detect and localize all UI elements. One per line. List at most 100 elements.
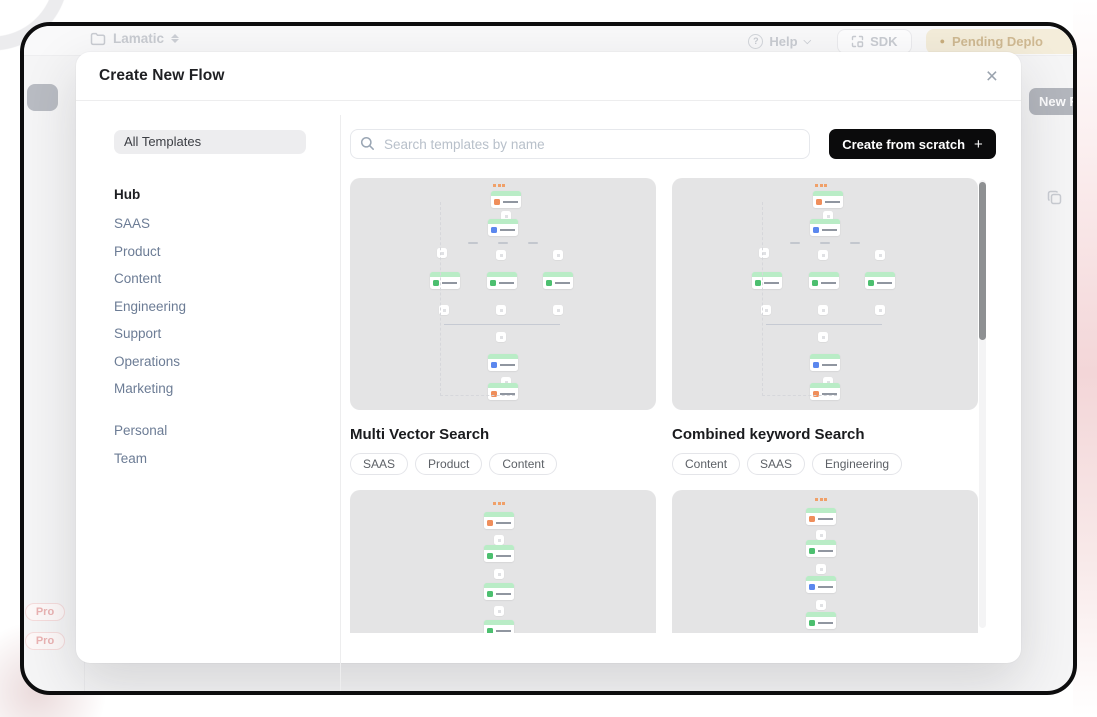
pending-deployment-button[interactable]: ● Pending Deplo [926,29,1073,54]
copy-icon [1046,189,1064,207]
template-card[interactable] [350,178,656,410]
workspace-name: Lamatic [113,31,164,46]
template-tags: ContentSAASEngineering [672,453,978,475]
flow-connector-dot [816,564,826,574]
flow-node [488,354,518,371]
flow-branch-label [820,242,830,244]
flow-connector-dot [496,332,506,342]
flow-branch-label [790,242,800,244]
app-frame: Lamatic ? Help ⌵ SDK ● Pending Deplo [20,22,1077,695]
pro-badge: Pro [25,632,65,650]
sidebar-item-product[interactable]: Product [114,244,340,259]
background-sidebar-button [27,84,58,111]
flow-node [543,272,573,289]
flow-branch-label [528,242,538,244]
workspace-switcher[interactable]: Lamatic [90,31,179,46]
flow-toolbar-marks [815,498,827,501]
flow-toolbar-marks [815,184,827,187]
sidebar-item-engineering[interactable]: Engineering [114,299,340,314]
template-meta: Combined keyword Search ContentSAASEngine… [672,410,978,490]
new-flow-button[interactable]: New F [1029,88,1077,115]
template-gallery: Create from scratch + Multi Vector Searc… [340,101,1021,662]
flow-node [810,219,840,236]
flow-branch-label [850,242,860,244]
flow-connector-dot [494,569,504,579]
sidebar-item-support[interactable]: Support [114,326,340,341]
sidebar-item-saas[interactable]: SAAS [114,216,340,231]
help-label: Help [769,34,797,49]
category-group: Hub SAAS Product Content Engineering Support O… [114,187,340,396]
flow-node [484,545,514,562]
template-category-sidebar: All Templates Hub SAAS Product Content Engin… [76,101,340,478]
template-meta: Multi Vector SearchSAASProductContent [350,410,656,490]
tag-product: Product [415,453,482,475]
question-icon: ? [748,34,763,49]
flow-connector-dot [759,248,769,258]
sidebar-item-all-templates[interactable]: All Templates [114,130,306,154]
sdk-label: SDK [870,34,897,49]
flow-node [810,383,840,400]
sidebar-item-content[interactable]: Content [114,271,340,286]
flow-connector-dot [816,600,826,610]
category-group: Personal Team [114,423,340,466]
flow-node [487,272,517,289]
scrollbar-thumb[interactable] [979,182,986,340]
flow-connector-dot [496,305,506,315]
tag-content: Content [489,453,557,475]
flow-connector-dot [437,248,447,258]
sidebar-item-personal[interactable]: Personal [114,423,340,438]
flow-node [806,576,836,593]
flow-connector-dot [818,305,828,315]
sidebar-item-operations[interactable]: Operations [114,354,340,369]
flow-connector-dot [816,530,826,540]
create-from-scratch-label: Create from scratch [842,137,965,152]
folder-icon [90,32,106,46]
pro-badge: Pro [25,603,65,621]
templates-viewport: Multi Vector SearchSAASProductContentCom… [350,178,978,633]
flow-connector-line [444,324,560,325]
flow-node [806,612,836,629]
template-card[interactable] [672,178,978,410]
flow-connector-dot [494,606,504,616]
flow-boundary-line [762,202,763,396]
flow-boundary-line [440,395,515,396]
chevron-down-icon: ⌵ [804,36,812,47]
sidebar-item-team[interactable]: Team [114,451,340,466]
flow-connector-line [766,324,882,325]
pending-label: Pending Deplo [952,34,1043,49]
flow-node [488,219,518,236]
template-card[interactable] [672,490,978,633]
flow-node [488,383,518,400]
flow-node [752,272,782,289]
flow-node [491,191,521,208]
help-button[interactable]: ? Help ⌵ [748,34,811,49]
flow-toolbar-marks [493,502,505,505]
sidebar-item-marketing[interactable]: Marketing [114,381,340,396]
flow-branch-label [468,242,478,244]
sdk-button[interactable]: SDK [837,29,911,54]
scrollbar-track[interactable] [979,180,986,628]
flow-node [806,540,836,557]
create-from-scratch-button[interactable]: Create from scratch + [829,129,996,159]
tag-engineering: Engineering [812,453,902,475]
search-input[interactable] [350,129,810,159]
flow-connector-dot [553,250,563,260]
flow-node [484,583,514,600]
flow-node [810,354,840,371]
flow-branch-label [498,242,508,244]
template-title: Combined keyword Search [672,426,978,443]
flow-connector-dot [818,250,828,260]
search-icon [360,136,375,151]
template-card[interactable] [350,490,656,633]
search-box [350,129,810,159]
flow-boundary-line [440,202,441,396]
flow-node [806,508,836,525]
flow-node [809,272,839,289]
close-icon[interactable]: × [986,66,998,87]
plus-icon: + [974,136,983,153]
sidebar-item-hub[interactable]: Hub [114,187,340,202]
flow-connector-dot [496,250,506,260]
modal-title: Create New Flow [99,67,225,85]
flow-node [484,512,514,529]
tag-saas: SAAS [350,453,408,475]
